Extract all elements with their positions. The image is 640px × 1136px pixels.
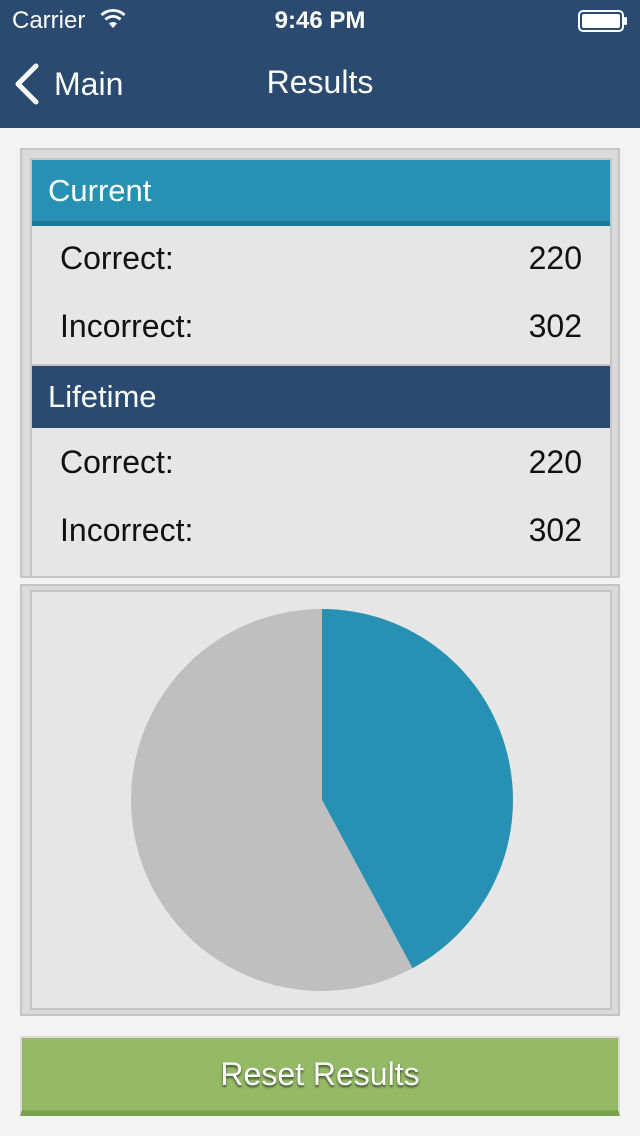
stat-label: Correct: xyxy=(60,444,174,480)
chart-panel xyxy=(20,584,620,1016)
status-time: 9:46 PM xyxy=(274,7,366,34)
stats-panel: Current Correct: 220 Incorrect: 302 Life… xyxy=(20,148,620,578)
stats-table: Current Correct: 220 Incorrect: 302 Life… xyxy=(30,158,612,578)
stat-row-lifetime-correct: Correct: 220 xyxy=(32,430,610,496)
navigation-bar: Carrier 9:46 PM Main Results xyxy=(0,0,640,128)
chart-container xyxy=(30,590,612,1010)
section-header-current: Current xyxy=(32,160,610,226)
status-bar: Carrier 9:46 PM xyxy=(0,0,640,40)
stat-label: Correct: xyxy=(60,240,174,276)
stat-label: Incorrect: xyxy=(60,512,194,548)
stat-row-lifetime-incorrect: Incorrect: 302 xyxy=(32,498,610,564)
stat-value: 302 xyxy=(528,308,582,344)
battery-icon xyxy=(578,10,627,32)
results-pie-chart xyxy=(131,609,513,991)
stat-row-current-correct: Correct: 220 xyxy=(32,226,610,292)
reset-results-button[interactable]: Reset Results xyxy=(20,1036,620,1116)
stat-value: 220 xyxy=(528,444,582,480)
page-title: Results xyxy=(266,64,374,100)
stat-value: 302 xyxy=(528,512,582,548)
section-header-lifetime: Lifetime xyxy=(32,364,610,428)
stat-row-current-incorrect: Incorrect: 302 xyxy=(32,294,610,360)
stat-value: 220 xyxy=(528,240,582,276)
stat-label: Incorrect: xyxy=(60,308,194,344)
